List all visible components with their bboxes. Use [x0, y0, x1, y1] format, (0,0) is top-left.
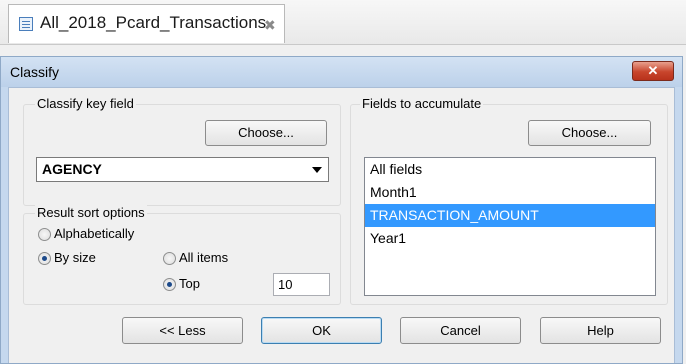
classify-key-field-label: Classify key field — [35, 96, 136, 111]
accumulate-choose-button[interactable]: Choose... — [528, 120, 651, 146]
by-size-label: By size — [54, 250, 96, 265]
top-radio[interactable] — [163, 278, 176, 291]
top-count-input[interactable]: 10 — [273, 273, 330, 296]
dialog-body: Classify key field Choose... AGENCY Resu… — [8, 87, 675, 363]
list-item[interactable]: All fields — [365, 158, 655, 181]
key-field-select[interactable]: AGENCY — [36, 157, 329, 182]
help-button[interactable]: Help — [540, 317, 661, 344]
top-label: Top — [179, 276, 200, 291]
document-tab-bar: All_2018_Pcard_Transactions ✖ — [0, 0, 686, 45]
classify-dialog: Classify ✕ Classify key field Choose... … — [0, 56, 683, 364]
document-tab[interactable]: All_2018_Pcard_Transactions ✖ — [8, 4, 285, 43]
dialog-close-button[interactable]: ✕ — [632, 61, 674, 81]
close-tab-icon[interactable]: ✖ — [264, 18, 276, 32]
result-sort-options-label: Result sort options — [35, 205, 147, 220]
less-button[interactable]: << Less — [122, 317, 243, 344]
key-field-value: AGENCY — [42, 161, 102, 177]
fields-to-accumulate-label: Fields to accumulate — [360, 96, 484, 111]
cancel-button[interactable]: Cancel — [400, 317, 521, 344]
list-item[interactable]: TRANSACTION_AMOUNT — [365, 204, 655, 227]
close-icon: ✕ — [647, 63, 659, 78]
by-size-radio[interactable] — [38, 252, 51, 265]
document-tab-title: All_2018_Pcard_Transactions — [40, 13, 267, 32]
fields-listbox[interactable]: All fields Month1 TRANSACTION_AMOUNT Year1 — [364, 157, 656, 296]
all-items-label: All items — [179, 250, 229, 265]
key-field-choose-button[interactable]: Choose... — [205, 120, 327, 146]
ok-button[interactable]: OK — [261, 317, 382, 344]
chevron-down-icon — [312, 167, 322, 173]
table-icon — [19, 17, 33, 31]
dialog-title: Classify — [10, 64, 60, 80]
list-item[interactable]: Month1 — [365, 181, 655, 204]
list-item[interactable]: Year1 — [365, 227, 655, 250]
alphabetically-label: Alphabetically — [54, 226, 135, 241]
all-items-radio[interactable] — [163, 252, 176, 265]
alphabetically-radio[interactable] — [38, 228, 51, 241]
dialog-title-bar[interactable]: Classify ✕ — [1, 57, 682, 87]
